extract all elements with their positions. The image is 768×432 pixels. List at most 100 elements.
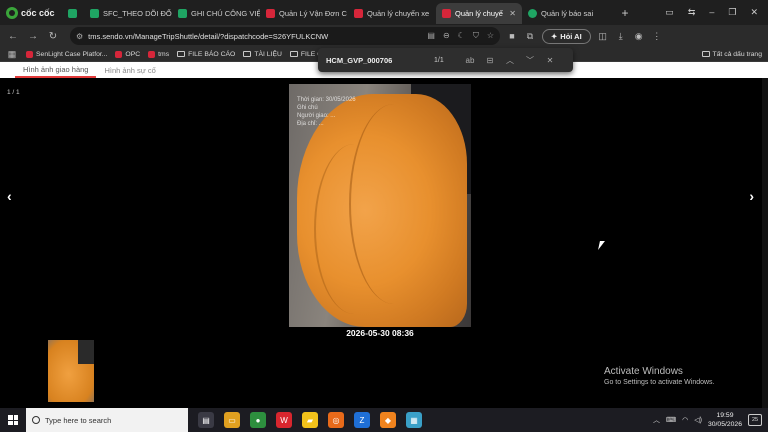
windows-logo-icon	[8, 415, 18, 425]
folder-icon	[243, 51, 252, 57]
bookmark-tms[interactable]: tms	[148, 50, 170, 58]
hoi-ai-label: Hỏi AI	[560, 31, 582, 41]
tab-label: Quản lý báo sai	[541, 9, 594, 18]
tab-label: Quản lý chuyến xe	[367, 9, 430, 18]
next-match-icon[interactable]: ﹀	[524, 55, 536, 66]
bookmark-star-icon[interactable]: ☆	[487, 31, 494, 41]
shield-icon[interactable]: ⛉	[473, 31, 479, 41]
chrome-icon[interactable]: ◎	[328, 412, 344, 428]
bookmark-label: TÀI LIỆU	[254, 50, 282, 58]
tab-quan-ly-van-don[interactable]: Quản Lý Vận Đơn C	[260, 3, 348, 24]
zalo-icon[interactable]: Z	[354, 412, 370, 428]
minimize-button[interactable]: –	[709, 7, 714, 18]
close-tab-icon[interactable]: ✕	[509, 9, 516, 18]
next-image-button[interactable]: ›	[749, 188, 754, 204]
reader-icon[interactable]: ▤	[427, 31, 435, 41]
taskbar-clock[interactable]: 19:59 30/05/2026	[708, 411, 742, 429]
mouse-cursor-icon	[598, 241, 605, 250]
window-controls: ▭ ⇆ – ❐ ✕	[665, 7, 768, 18]
new-tab-button[interactable]: +	[614, 6, 636, 20]
photo-thumbnail[interactable]	[48, 340, 94, 402]
browser-toolbar: ← → ↻ ⚙ tms.sendo.vn/ManageTripShuttle/d…	[0, 25, 768, 47]
sendo-icon	[26, 50, 33, 58]
screenshot-icon[interactable]: ▭	[665, 7, 674, 18]
previous-match-icon[interactable]: ︿	[504, 55, 516, 66]
tab-label: SFC_THEO DÕI ĐỔI	[103, 9, 172, 18]
volume-icon[interactable]: ◁)	[694, 416, 702, 424]
find-input[interactable]	[326, 55, 426, 65]
close-window-button[interactable]: ✕	[750, 7, 758, 18]
restore-button[interactable]: ❐	[728, 7, 736, 18]
folder-icon	[289, 51, 298, 57]
puzzle-icon[interactable]: ⧉	[524, 31, 536, 42]
close-viewer-icon[interactable]: ✕	[732, 62, 740, 73]
site-info-icon[interactable]: ⚙	[76, 32, 83, 41]
sendo-icon	[266, 9, 275, 18]
address-bar[interactable]: ⚙ tms.sendo.vn/ManageTripShuttle/detail/…	[70, 27, 500, 45]
url-text: tms.sendo.vn/ManageTripShuttle/detail/?d…	[88, 31, 329, 41]
back-icon[interactable]: ←	[6, 31, 20, 42]
bookmark-folder-tai-lieu[interactable]: TÀI LIỆU	[243, 51, 282, 58]
apps-grid-icon[interactable]: ▦	[6, 49, 18, 60]
tab-sfc-theo-doi[interactable]: SFC_THEO DÕI ĐỔI	[84, 3, 172, 24]
extension-icon[interactable]: ■	[506, 31, 518, 41]
notification-center-icon[interactable]: 25	[748, 414, 762, 426]
sparkle-icon: ✦	[551, 31, 558, 41]
split-view-icon[interactable]: ◫	[597, 31, 609, 42]
tab-ghi-chu[interactable]: GHI CHÚ CÔNG VIỆ	[172, 3, 260, 24]
start-button[interactable]	[0, 415, 26, 425]
sheets-icon	[90, 9, 99, 18]
menu-icon[interactable]: ⋮	[651, 31, 663, 42]
keyboard-icon[interactable]: ⌨	[666, 416, 676, 424]
brand-name: cốc cốc	[21, 7, 55, 18]
bookmark-label: tms	[158, 50, 170, 58]
reload-icon[interactable]: ↻	[46, 31, 60, 42]
notepad-icon[interactable]: ▦	[406, 412, 422, 428]
whole-word-icon[interactable]: ⊟	[484, 56, 496, 65]
tab-delivery-images[interactable]: Hình ảnh giao hàng	[15, 62, 97, 78]
close-find-icon[interactable]: ✕	[544, 56, 556, 65]
file-explorer-icon[interactable]: ▭	[224, 412, 240, 428]
zoom-icon[interactable]: ⊖	[443, 31, 450, 41]
download-icon[interactable]: ⤓	[615, 31, 627, 42]
tab-label: Quản Lý Vận Đơn C	[279, 9, 347, 18]
tab-quan-ly-chuyen-active[interactable]: Quản lý chuyế ✕	[436, 3, 522, 24]
sidebar-icon[interactable]: ⇆	[688, 7, 696, 18]
bookmark-senlight[interactable]: SenLight Case Platfor...	[26, 50, 108, 58]
all-bookmarks[interactable]: Tất cả dấu trang	[701, 50, 763, 58]
image-counter: 1 / 1	[7, 89, 20, 96]
photo-watermark: Thời gian: 30/05/2026 Ghi chú Người giao…	[297, 97, 356, 127]
app-icon[interactable]: ◆	[380, 412, 396, 428]
forward-icon[interactable]: →	[26, 31, 40, 42]
wps-icon[interactable]: W	[276, 412, 292, 428]
hoi-ai-button[interactable]: ✦ Hỏi AI	[542, 28, 591, 44]
coccoc-taskbar-icon[interactable]: ●	[250, 412, 266, 428]
bookmark-opc[interactable]: OPC	[115, 50, 140, 58]
find-match-count: 1/1	[434, 56, 444, 64]
dark-mode-icon[interactable]: ☾	[458, 31, 465, 41]
spotify-like-icon	[528, 9, 537, 18]
bookmark-label: SenLight Case Platfor...	[36, 50, 108, 58]
vertical-scrollbar[interactable]	[762, 78, 768, 408]
sticky-notes-icon[interactable]: ▰	[302, 412, 318, 428]
wifi-icon[interactable]: ◠	[682, 416, 688, 424]
tab-quan-ly-chuyen-xe[interactable]: Quản lý chuyến xe	[348, 3, 436, 24]
taskbar-search[interactable]: Type here to search	[26, 408, 188, 432]
bookmark-folder-bao-cao[interactable]: FILE BÁO CÁO	[177, 51, 235, 58]
browser-tab-strip: cốc cốc SFC_THEO DÕI ĐỔI GHI CHÚ CÔNG VI…	[0, 0, 768, 25]
system-tray: ︿ ⌨ ◠ ◁) 19:59 30/05/2026 25	[653, 411, 768, 429]
delivery-photo: Thời gian: 30/05/2026 Ghi chú Người giao…	[289, 84, 471, 327]
bookmark-label: Tất cả dấu trang	[712, 50, 763, 58]
task-view-icon[interactable]: ▤	[198, 412, 214, 428]
zoom-icon[interactable]: ◌	[721, 62, 726, 72]
profile-icon[interactable]: ◉	[633, 31, 645, 42]
previous-image-button[interactable]: ‹	[7, 188, 12, 204]
tab-quan-ly-bao-sai[interactable]: Quản lý báo sai	[522, 3, 614, 24]
match-case-icon[interactable]: ab	[464, 56, 476, 65]
sendo-icon	[148, 50, 156, 58]
tab-incident-images[interactable]: Hình ảnh sự cố	[96, 62, 163, 78]
coccoc-brand[interactable]: cốc cốc	[0, 0, 62, 25]
tab-sheets[interactable]	[62, 3, 84, 24]
windows-taskbar: Type here to search ▤ ▭ ● W ▰ ◎ Z ◆ ▦ ︿ …	[0, 408, 768, 432]
chevron-up-icon[interactable]: ︿	[653, 415, 660, 425]
